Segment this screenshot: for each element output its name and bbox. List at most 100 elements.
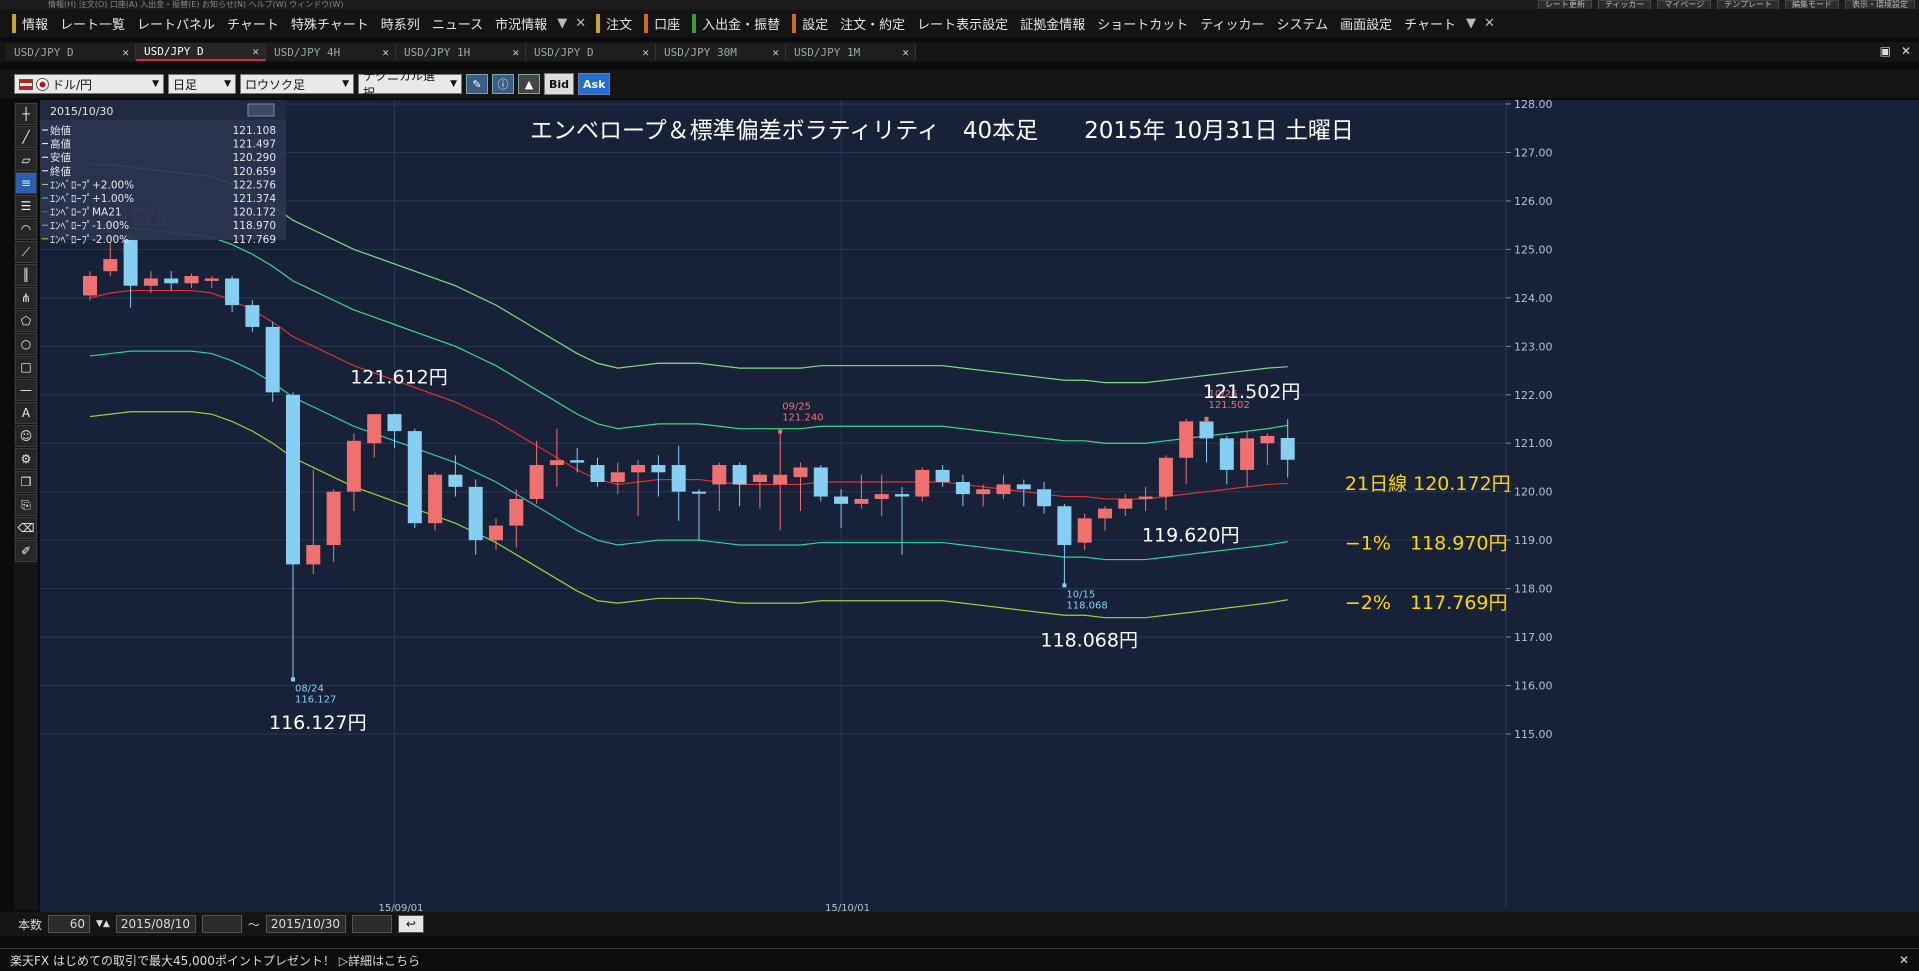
menu-item[interactable]: レート一覧 xyxy=(54,14,131,33)
tab-close-icon[interactable]: ✕ xyxy=(122,46,129,59)
candle-body xyxy=(489,525,503,541)
chart-tab[interactable]: USD/JPY 1H ✕ xyxy=(396,43,526,61)
candle[interactable] xyxy=(265,322,280,403)
menu-order[interactable]: 注文 xyxy=(600,14,638,33)
to-date-input[interactable]: 2015/10/30 xyxy=(265,915,346,933)
top-strip-right: レート更新 ティッカー マイページ テンプレート 編集モード 表示・環境設定 xyxy=(1537,0,1915,9)
menu-settings-item[interactable]: レート表示設定 xyxy=(911,14,1014,33)
text-icon[interactable]: A xyxy=(15,402,37,424)
candle[interactable] xyxy=(915,467,930,502)
eraser-icon[interactable]: ⌫ xyxy=(15,517,37,539)
circle-icon[interactable]: ○ xyxy=(15,333,37,355)
window-close-icon[interactable]: ✕ xyxy=(1901,44,1911,58)
chart-title: エンベロープ＆標準偏差ボラティリティ 40本足 2015年 10月31日 土曜日 xyxy=(530,118,1354,144)
refresh-icon[interactable]: ↩ xyxy=(397,915,424,933)
count-stepper-icon[interactable]: ▼▲ xyxy=(96,919,110,929)
tab-close-icon[interactable]: ✕ xyxy=(642,46,649,59)
price-axis-area xyxy=(1506,100,1919,912)
menu-deposit[interactable]: 入出金・振替 xyxy=(696,14,786,33)
rectangle-icon[interactable]: □ xyxy=(15,356,37,378)
candlestick-chart[interactable]: 115.00 116.00 117.00 118.00 119.00 120.00 121.… xyxy=(40,98,1919,914)
menu-settings-close-icon[interactable]: ✕ xyxy=(1480,16,1499,31)
menu-item[interactable]: レートパネル xyxy=(131,14,221,33)
candle[interactable] xyxy=(407,428,422,529)
mountain-chart-icon[interactable]: ▲ xyxy=(518,74,540,94)
candle[interactable] xyxy=(813,465,828,502)
chart-area[interactable]: 115.00 116.00 117.00 118.00 119.00 120.00 121.… xyxy=(40,98,1919,914)
currency-pair-select[interactable]: ドル/円 ▼ xyxy=(14,74,164,94)
settings-icon[interactable]: ⚙ xyxy=(15,448,37,470)
trendline-icon[interactable]: ╱ xyxy=(15,126,37,148)
menu-settings-item[interactable]: 設定 xyxy=(796,14,834,33)
fibonacci-icon[interactable]: ☰ xyxy=(15,195,37,217)
menu-settings-item[interactable]: 証拠金情報 xyxy=(1014,14,1091,33)
menu-settings-dropdown-icon[interactable]: ▼ xyxy=(1462,16,1480,31)
chart-tab[interactable]: USD/JPY D ✕ xyxy=(526,43,656,61)
menu-settings-item[interactable]: ショートカット xyxy=(1091,14,1194,33)
tab-close-icon[interactable]: ✕ xyxy=(772,46,779,59)
ask-button[interactable]: Ask xyxy=(578,73,611,95)
tab-close-icon[interactable]: ✕ xyxy=(902,46,909,59)
pen-icon[interactable]: ✎ xyxy=(466,74,488,94)
menu-info[interactable]: 情報 xyxy=(16,14,54,33)
chart-tab[interactable]: USD/JPY 4H ✕ xyxy=(266,43,396,61)
chart-tab[interactable]: USD/JPY D ✕ xyxy=(6,43,136,61)
menu-item[interactable]: チャート xyxy=(221,14,285,33)
tab-close-icon[interactable]: ✕ xyxy=(382,46,389,59)
menu-settings-item[interactable]: 注文・約定 xyxy=(834,14,911,33)
chart-tab[interactable]: USD/JPY 30M ✕ xyxy=(656,43,786,61)
bid-button[interactable]: Bid xyxy=(544,73,575,95)
tab-close-icon[interactable]: ✕ xyxy=(512,46,519,59)
top-button[interactable]: 編集モード xyxy=(1785,0,1839,9)
menu-group-settings: 設定 注文・約定 レート表示設定 証拠金情報 ショートカット ティッカー システム 画面設定チ… xyxy=(792,13,1462,33)
chart-tab[interactable]: USD/JPY D ✕ xyxy=(136,43,266,61)
info-panel-toggle-icon[interactable] xyxy=(247,103,275,117)
candle[interactable] xyxy=(428,472,443,531)
top-button[interactable]: レート更新 xyxy=(1537,0,1592,9)
pentagon-icon[interactable]: ⬠ xyxy=(15,310,37,332)
vertical-lines-icon[interactable]: ║ xyxy=(15,264,37,286)
news-text[interactable]: 楽天FX はじめての取引で最大45,000ポイントプレゼント！ ▷詳細はこちら xyxy=(10,952,420,969)
menu-settings-item[interactable]: ティッカー xyxy=(1194,14,1270,33)
to-time-input[interactable] xyxy=(351,915,392,933)
top-button[interactable]: ティッカー xyxy=(1597,0,1652,9)
technical-select[interactable]: テクニカル選択 ▼ xyxy=(358,69,462,100)
from-date-input[interactable]: 2015/08/10 xyxy=(115,915,196,933)
copy-icon[interactable]: ❐ xyxy=(15,471,37,493)
ruler-icon[interactable]: ▱ xyxy=(15,149,37,171)
menu-item[interactable]: ニュース xyxy=(426,14,489,33)
top-button[interactable]: 表示・環境設定 xyxy=(1845,0,1915,9)
news-close-icon[interactable]: ✕ xyxy=(1899,953,1909,967)
tab-close-icon[interactable]: ✕ xyxy=(252,45,259,58)
fan-icon[interactable]: ⟋ xyxy=(15,241,37,263)
menu-settings-item[interactable]: システム xyxy=(1270,14,1334,33)
y-tick-label: 124.00 xyxy=(1514,292,1553,305)
erase-all-icon[interactable]: ✐ xyxy=(15,540,37,562)
face-icon[interactable]: ☺ xyxy=(15,425,37,447)
chart-tab[interactable]: USD/JPY 1M ✕ xyxy=(786,43,916,61)
menu-account[interactable]: 口座 xyxy=(648,14,686,33)
menu-item[interactable]: 市況情報 xyxy=(489,14,553,33)
candle-body xyxy=(83,276,97,296)
pitchfork-icon[interactable]: ⋔ xyxy=(15,287,37,309)
menu-item[interactable]: 特殊チャート xyxy=(285,14,375,33)
menu-item[interactable]: 時系列 xyxy=(375,14,426,33)
line-icon[interactable]: — xyxy=(15,379,37,401)
menu-dropdown-icon[interactable]: ▼ xyxy=(553,16,571,31)
maximize-icon[interactable]: ▣ xyxy=(1880,44,1891,58)
count-input[interactable]: 60 xyxy=(48,915,91,933)
info-row-value: 120.172 xyxy=(233,207,276,219)
from-time-input[interactable] xyxy=(201,915,242,933)
arc-icon[interactable]: ◠ xyxy=(15,218,37,240)
crosshair-icon[interactable]: ┼ xyxy=(15,103,37,125)
top-button[interactable]: テンプレート xyxy=(1717,0,1779,9)
period-select[interactable]: 日足 ▼ xyxy=(168,74,236,94)
chart-type-select[interactable]: ロウソク足 ▼ xyxy=(240,74,354,94)
horizontal-lines-icon[interactable]: ≡ xyxy=(15,172,37,194)
info-icon[interactable]: ⓘ xyxy=(492,74,514,94)
menu-settings-item[interactable]: 画面設定 xyxy=(1334,14,1398,33)
menu-settings-item[interactable]: チャート xyxy=(1398,14,1462,33)
paste-icon[interactable]: ⎘ xyxy=(15,494,37,516)
close-icon[interactable]: ✕ xyxy=(571,16,590,31)
top-button[interactable]: マイページ xyxy=(1657,0,1712,9)
